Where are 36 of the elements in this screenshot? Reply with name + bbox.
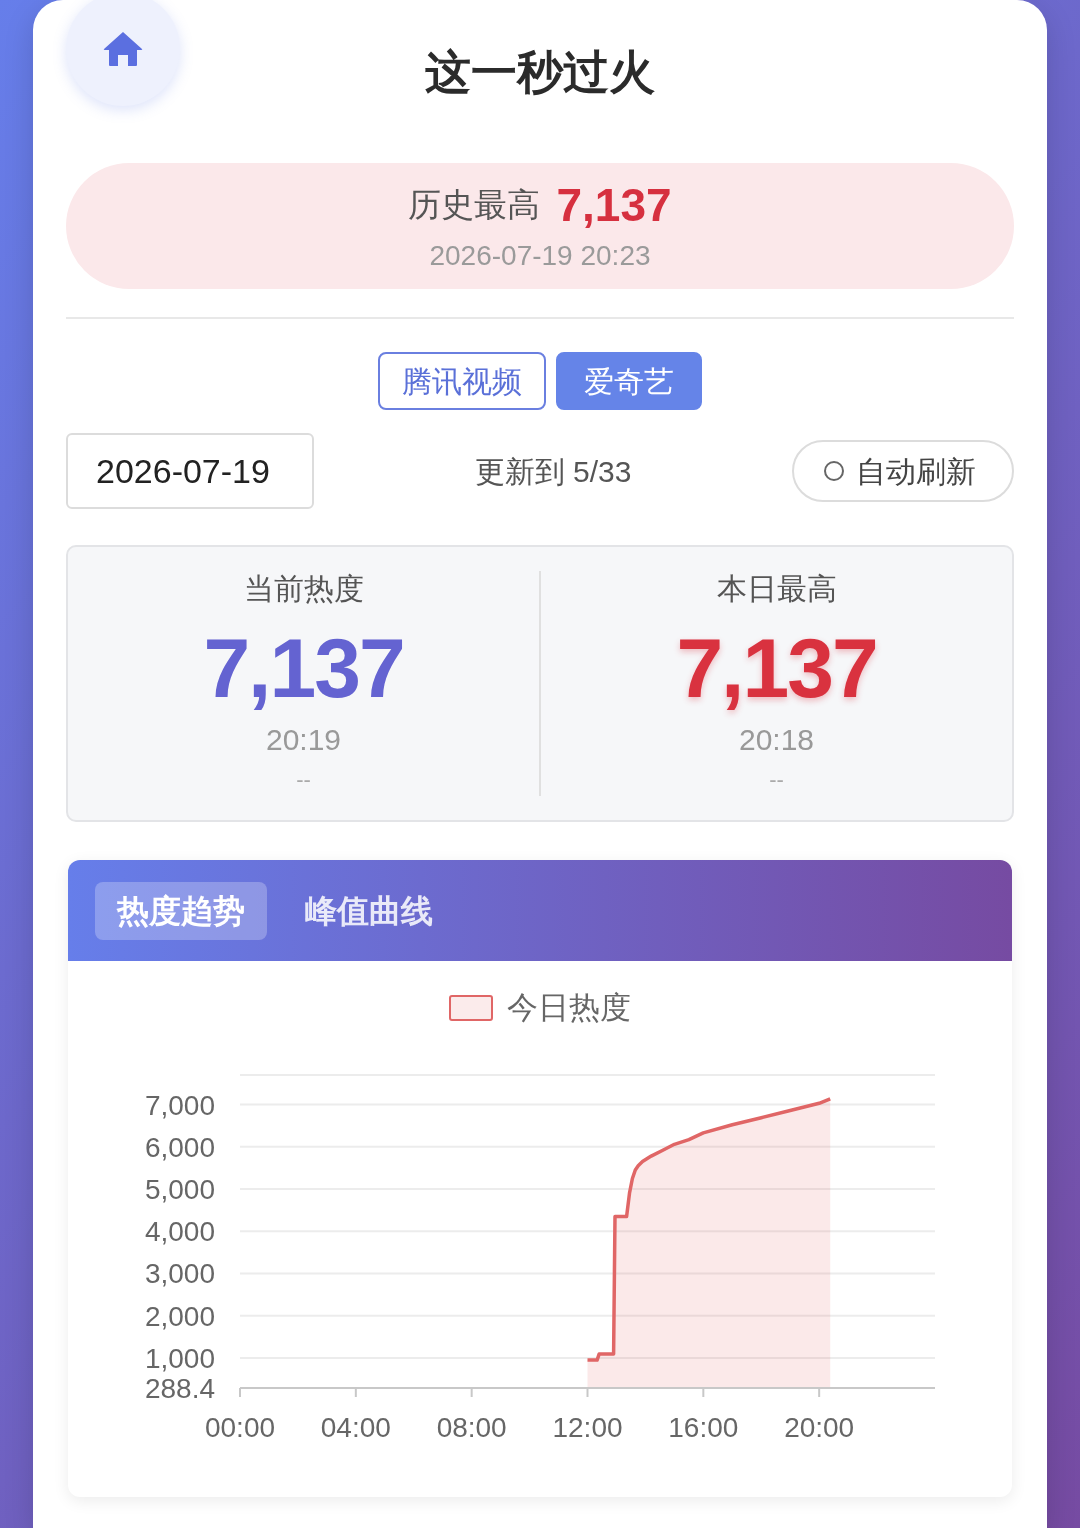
y-axis-label: 1,000	[144, 1342, 215, 1374]
record-value: 7,137	[556, 179, 672, 231]
y-axis-label: 288.4	[144, 1373, 215, 1404]
y-axis-label: 3,000	[144, 1258, 215, 1290]
home-icon	[103, 31, 143, 67]
x-axis-label: 12:00	[552, 1412, 623, 1443]
record-label: 历史最高	[408, 185, 541, 225]
chart-tab[interactable]: 热度趋势	[95, 881, 267, 940]
stat-label: 当前热度	[243, 571, 364, 607]
y-axis-label: 4,000	[144, 1216, 215, 1248]
legend-label: 今日热度	[507, 991, 631, 1025]
y-axis-label: 5,000	[144, 1174, 215, 1205]
chart-tab[interactable]: 峰值曲线	[283, 881, 455, 940]
stat-value: 7,137	[676, 623, 877, 713]
platform-tab[interactable]: 爱奇艺	[556, 352, 702, 410]
episode-status-text: 更新到 5/33	[474, 453, 632, 490]
y-axis-label: 6,000	[144, 1131, 215, 1163]
page-title: 这一秒过火	[425, 45, 655, 100]
y-axis-label: 2,000	[144, 1300, 215, 1332]
legend-swatch-icon	[449, 995, 493, 1021]
y-axis-label: 7,000	[144, 1089, 215, 1121]
platform-tab[interactable]: 腾讯视频	[378, 352, 546, 410]
stat-label: 本日最高	[716, 571, 837, 607]
x-axis-label: 08:00	[436, 1412, 507, 1443]
stat-time: 20:19	[265, 722, 342, 758]
record-time: 2026-07-19 20:23	[429, 239, 651, 273]
x-axis-label: 16:00	[668, 1412, 739, 1443]
stat-note: --	[296, 766, 311, 794]
stat-value: 7,137	[203, 623, 404, 713]
x-axis-label: 20:00	[784, 1412, 855, 1443]
auto-refresh-button[interactable]: 自动刷新	[792, 440, 1014, 502]
x-axis-label: 00:00	[204, 1412, 276, 1443]
stat-time: 20:18	[738, 722, 815, 758]
x-axis-label: 04:00	[320, 1412, 391, 1443]
stat-note: --	[769, 766, 784, 794]
date-field[interactable]: 2026-07-19	[66, 433, 314, 509]
